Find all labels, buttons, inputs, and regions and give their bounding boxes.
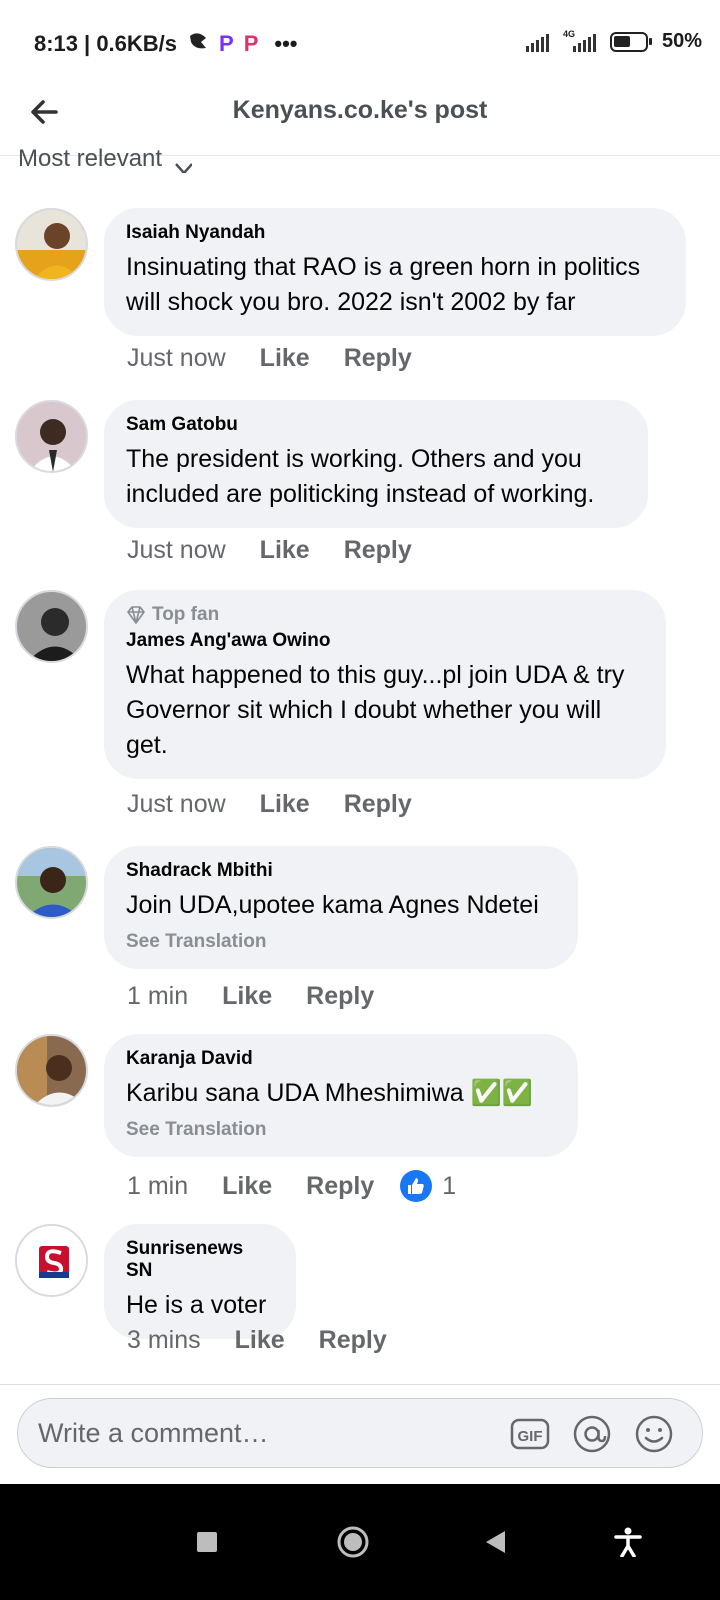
top-fan-badge: Top fan <box>126 604 644 626</box>
comment-meta: 3 mins Like Reply <box>127 1326 421 1355</box>
status-left: 8:13 | 0.6KB/s P P ••• <box>34 30 298 58</box>
comment-time: 3 mins <box>127 1326 201 1354</box>
comment-time: 1 min <box>127 1171 189 1200</box>
comment-bubble: Sunrisenews SN He is a voter <box>104 1224 296 1339</box>
reply-button[interactable]: Reply <box>344 790 412 819</box>
signal-icon <box>525 32 549 52</box>
reply-button[interactable]: Reply <box>344 344 412 373</box>
sort-dropdown[interactable]: Most relevant <box>18 145 193 173</box>
comment-time: Just now <box>127 790 226 818</box>
battery-level: 50% <box>661 30 702 52</box>
like-button[interactable]: Like <box>222 1172 272 1201</box>
signal-icon-2 <box>572 32 596 52</box>
comment-author[interactable]: Sunrisenews SN <box>126 1238 274 1282</box>
avatar[interactable] <box>15 1034 88 1107</box>
comment-text: Join UDA,upotee kama Agnes Ndetei <box>126 891 539 919</box>
reply-button[interactable]: Reply <box>319 1326 387 1355</box>
avatar[interactable] <box>15 846 88 919</box>
status-bar: 8:13 | 0.6KB/s P P ••• 4G 50% <box>0 0 720 80</box>
comment-bubble: Isaiah Nyandah Insinuating that RAO is a… <box>104 208 686 336</box>
reply-button[interactable]: Reply <box>306 982 374 1011</box>
comment-text: He is a voter <box>126 1291 267 1319</box>
network-type: 4G <box>562 28 575 39</box>
status-speed: | 0.6KB/s <box>84 31 178 56</box>
avatar[interactable] <box>15 208 88 281</box>
comment-bubble: Karanja David Karibu sana UDA Mheshimiwa… <box>104 1034 578 1157</box>
see-translation-link[interactable]: See Translation <box>126 1119 556 1141</box>
like-button[interactable]: Like <box>222 982 272 1011</box>
see-translation-link[interactable]: See Translation <box>126 931 556 953</box>
composer-divider <box>0 1384 720 1385</box>
thumbs-up-icon <box>400 1170 433 1202</box>
comment-meta: Just now Like Reply <box>127 790 446 819</box>
comment-time: 1 min <box>127 982 189 1010</box>
comment-author[interactable]: James Ang'awa Owino <box>126 630 644 652</box>
top-fan-label: Top fan <box>152 604 220 625</box>
reply-button[interactable]: Reply <box>344 536 412 565</box>
status-time: 8:13 <box>34 31 79 56</box>
comment-meta: Just now Like Reply <box>127 344 446 373</box>
avatar[interactable] <box>15 590 88 663</box>
sort-label: Most relevant <box>18 145 163 172</box>
comment-meta: Just now Like Reply <box>127 536 446 565</box>
system-nav-bar <box>0 1484 720 1600</box>
gif-icon[interactable]: GIF <box>510 1414 550 1454</box>
emoji-icon[interactable] <box>634 1414 674 1454</box>
app-notification-icon <box>187 30 209 58</box>
comment-author[interactable]: Sam Gatobu <box>126 414 626 436</box>
reply-button[interactable]: Reply <box>306 1172 374 1201</box>
chevron-down-icon <box>174 155 193 173</box>
reaction-count: 1 <box>442 1171 457 1200</box>
mention-icon[interactable] <box>572 1414 612 1454</box>
like-button[interactable]: Like <box>235 1326 285 1355</box>
avatar[interactable] <box>15 400 88 473</box>
diamond-icon <box>127 606 145 624</box>
comment-author[interactable]: Shadrack Mbithi <box>126 860 556 882</box>
more-notifications-icon: ••• <box>274 31 298 56</box>
svg-text:GIF: GIF <box>518 1428 543 1445</box>
comment-meta: 1 min Like Reply 1 <box>127 1170 456 1202</box>
home-icon[interactable] <box>331 1520 375 1564</box>
comment-text: The president is working. Others and you… <box>126 445 595 508</box>
like-button[interactable]: Like <box>260 790 310 819</box>
comment-text: What happened to this guy...pl join UDA … <box>126 661 625 759</box>
comment-time: Just now <box>127 344 226 372</box>
comment-input[interactable] <box>38 1399 498 1467</box>
comment-text: Insinuating that RAO is a green horn in … <box>126 253 641 316</box>
page-title: Kenyans.co.ke's post <box>232 96 488 124</box>
comment-author[interactable]: Karanja David <box>126 1048 556 1070</box>
comment-meta: 1 min Like Reply <box>127 982 408 1011</box>
reaction-summary[interactable]: 1 <box>400 1170 456 1202</box>
comment-bubble: Sam Gatobu The president is working. Oth… <box>104 400 648 528</box>
comment-bubble: Shadrack Mbithi Join UDA,upotee kama Agn… <box>104 846 578 969</box>
recents-icon[interactable] <box>185 1520 229 1564</box>
like-button[interactable]: Like <box>260 344 310 373</box>
comment-time: Just now <box>127 536 226 564</box>
comment-bubble: Top fan James Ang'awa Owino What happene… <box>104 590 666 779</box>
comment-text: Karibu sana UDA Mheshimiwa ✅✅ <box>126 1079 533 1107</box>
status-right: 4G 50% <box>525 28 702 53</box>
p-app-icon-2: P <box>243 31 259 56</box>
battery-icon <box>609 31 652 52</box>
comment-composer: GIF <box>17 1398 703 1468</box>
avatar[interactable] <box>15 1224 88 1297</box>
accessibility-icon[interactable] <box>606 1520 650 1564</box>
p-app-icon: P <box>219 31 234 56</box>
back-icon[interactable] <box>474 1520 518 1564</box>
like-button[interactable]: Like <box>260 536 310 565</box>
comment-author[interactable]: Isaiah Nyandah <box>126 222 664 244</box>
